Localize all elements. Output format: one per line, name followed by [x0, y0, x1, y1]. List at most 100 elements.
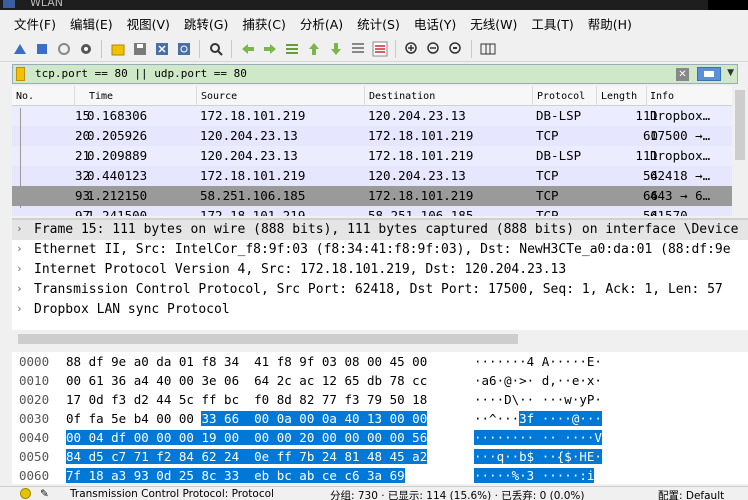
go-back-icon[interactable] [239, 40, 256, 57]
restart-icon[interactable] [55, 40, 72, 57]
hex-highlighted[interactable]: 7f 18 a3 93 0d 25 8c 33 eb bc ab ce c6 3… [66, 468, 405, 483]
expand-arrow-icon[interactable]: › [16, 242, 23, 255]
packet-list[interactable]: No. Time Source Destination Protocol Len… [12, 86, 748, 216]
window-controls[interactable] [708, 0, 748, 10]
ascii-unselected[interactable]: ····D\·· ···w·yP· [474, 392, 602, 407]
column-header-length[interactable]: Length [601, 91, 637, 102]
packet-row[interactable]: 97 1.241500 172.18.101.219 58.251.106.185 TC… [12, 206, 748, 216]
clear-filter-icon[interactable]: ✕ [676, 68, 689, 81]
ascii-bytes[interactable]: ·······4 A·····E· [474, 354, 602, 369]
expand-arrow-icon[interactable]: › [16, 282, 23, 295]
expand-arrow-icon[interactable]: › [16, 262, 23, 275]
hex-unselected[interactable]: 00 61 36 a4 40 00 3e 06 64 2c ac 12 65 d… [66, 373, 427, 388]
menu-item[interactable]: 捕获(C) [242, 14, 285, 33]
hex-highlighted[interactable]: 84 d5 c7 71 f2 84 62 24 0e ff 7b 24 81 4… [66, 449, 428, 464]
hex-bytes[interactable]: 00 04 df 00 00 00 19 00 00 00 20 00 00 0… [66, 430, 428, 445]
hex-unselected[interactable]: 0f fa 5e b4 00 00 [66, 411, 201, 426]
zoom-normal-icon[interactable] [447, 40, 464, 57]
filter-history-dropdown-icon[interactable]: ▼ [727, 68, 734, 78]
capture-options-icon[interactable] [77, 40, 94, 57]
expand-arrow-icon[interactable]: › [16, 302, 23, 315]
open-file-icon[interactable] [109, 40, 126, 57]
go-last-icon[interactable] [327, 40, 344, 57]
column-header-destination[interactable]: Destination [369, 91, 435, 102]
go-to-packet-icon[interactable] [283, 40, 300, 57]
column-header-source[interactable]: Source [201, 91, 237, 102]
status-profile[interactable]: 配置: Default [658, 488, 724, 500]
packet-row[interactable]: 20 0.205926 120.204.23.13 172.18.101.219 TCP… [12, 126, 748, 146]
hex-bytes[interactable]: 0f fa 5e b4 00 00 33 66 00 0a 00 0a 40 1… [66, 411, 428, 426]
packet-row[interactable]: 32 0.440123 172.18.101.219 120.204.23.13 TCP… [12, 166, 748, 186]
details-horizontal-scrollbar[interactable] [12, 330, 748, 348]
column-header-time[interactable]: Time [89, 91, 113, 102]
scroll-thumb[interactable] [735, 90, 745, 160]
ascii-unselected[interactable]: ··^··· [474, 411, 519, 426]
menu-item[interactable]: 工具(T) [531, 14, 573, 33]
menu-item[interactable]: 编辑(E) [70, 14, 113, 33]
ascii-bytes[interactable]: ········ ·· ····V [474, 430, 602, 445]
ascii-bytes[interactable]: ···q··b$ ··{$·HE· [474, 449, 602, 464]
filter-bookmark-icon[interactable] [16, 67, 25, 81]
go-forward-icon[interactable] [261, 40, 278, 57]
hex-bytes[interactable]: 7f 18 a3 93 0d 25 8c 33 eb bc ab ce c6 3… [66, 468, 405, 483]
hex-bytes[interactable]: 88 df 9e a0 da 01 f8 34 41 f8 9f 03 08 0… [66, 354, 427, 369]
hex-bytes[interactable]: 84 d5 c7 71 f2 84 62 24 0e ff 7b 24 81 4… [66, 449, 428, 464]
close-file-icon[interactable] [153, 40, 170, 57]
ascii-bytes[interactable]: ·a6·@·>· d,··e·x· [474, 373, 602, 388]
find-icon[interactable] [207, 40, 224, 57]
ascii-unselected[interactable]: ·a6·@·>· d,··e·x· [474, 373, 602, 388]
ascii-unselected[interactable]: ·······4 A·····E· [474, 354, 602, 369]
menu-item[interactable]: 分析(A) [300, 14, 343, 33]
menu-item[interactable]: 统计(S) [357, 14, 400, 33]
ascii-highlighted[interactable]: ········ ·· ····V [474, 430, 602, 445]
ascii-highlighted[interactable]: ···q··b$ ··{$·HE· [474, 449, 602, 464]
zoom-out-icon[interactable] [425, 40, 442, 57]
expand-arrow-icon[interactable]: › [16, 222, 23, 235]
ascii-highlighted[interactable]: 3f ····@··· [519, 411, 602, 426]
packet-row[interactable]: 93 1.212150 58.251.106.185 172.18.101.219 TC… [12, 186, 748, 206]
menu-item[interactable]: 无线(W) [470, 14, 517, 33]
reload-icon[interactable] [175, 40, 192, 57]
display-filter-bar[interactable]: tcp.port == 80 || udp.port == 80 ✕ ▼ [12, 64, 738, 84]
go-first-icon[interactable] [305, 40, 322, 57]
hex-bytes[interactable]: 17 0d f3 d2 44 5c ff bc f0 8d 82 77 f3 7… [66, 392, 427, 407]
stop-icon[interactable] [33, 40, 50, 57]
packet-row[interactable]: 21 0.209889 120.204.23.13 172.18.101.219 DB-… [12, 146, 748, 166]
ascii-bytes[interactable]: ··^···3f ····@··· [474, 411, 602, 426]
column-header-protocol[interactable]: Protocol [537, 91, 585, 102]
hex-bytes[interactable]: 00 61 36 a4 40 00 3e 06 64 2c ac 12 65 d… [66, 373, 427, 388]
colorize-icon[interactable] [371, 40, 388, 57]
display-filter-input[interactable]: tcp.port == 80 || udp.port == 80 [35, 67, 247, 80]
save-icon[interactable] [131, 40, 148, 57]
zoom-in-icon[interactable] [403, 40, 420, 57]
menu-item[interactable]: 文件(F) [14, 14, 56, 33]
capture-comment-icon[interactable]: ✎ [40, 488, 52, 500]
detail-tree-item[interactable]: › Frame 15: 111 bytes on wire (888 bits),… [12, 220, 748, 240]
detail-tree-item[interactable]: › Dropbox LAN sync Protocol [12, 300, 748, 320]
hex-highlighted[interactable]: 33 66 00 0a 00 0a 40 13 00 00 [201, 411, 428, 426]
hex-unselected[interactable]: 88 df 9e a0 da 01 f8 34 41 f8 9f 03 08 0… [66, 354, 427, 369]
packet-list-scrollbar[interactable] [732, 86, 748, 216]
expert-info-indicator-icon[interactable] [20, 488, 31, 499]
menu-item[interactable]: 帮助(H) [588, 14, 632, 33]
detail-tree-item[interactable]: › Internet Protocol Version 4, Src: 172.1… [12, 260, 748, 280]
column-header-no[interactable]: No. [16, 91, 34, 102]
detail-tree-item[interactable]: › Transmission Control Protocol, Src Port… [12, 280, 748, 300]
packet-row[interactable]: 15 0.168306 172.18.101.219 120.204.23.13 DB-… [12, 106, 748, 126]
autoscroll-icon[interactable] [349, 40, 366, 57]
menu-item[interactable]: 跳转(G) [184, 14, 228, 33]
shark-fin-start-icon[interactable] [11, 40, 28, 57]
ascii-highlighted[interactable]: ·····%·3 ·····:i [474, 468, 595, 483]
apply-filter-button[interactable] [697, 67, 721, 81]
packet-details[interactable]: › Frame 15: 111 bytes on wire (888 bits),… [12, 218, 748, 330]
scroll-thumb[interactable] [18, 334, 518, 344]
menu-item[interactable]: 电话(Y) [414, 14, 456, 33]
hex-unselected[interactable]: 17 0d f3 d2 44 5c ff bc f0 8d 82 77 f3 7… [66, 392, 427, 407]
ascii-bytes[interactable]: ····D\·· ···w·yP· [474, 392, 602, 407]
resize-columns-icon[interactable] [479, 40, 496, 57]
column-header-info[interactable]: Info [650, 91, 674, 102]
detail-tree-item[interactable]: › Ethernet II, Src: IntelCor_f8:9f:03 (f8… [12, 240, 748, 260]
ascii-bytes[interactable]: ·····%·3 ·····:i [474, 468, 595, 483]
hex-highlighted[interactable]: 00 04 df 00 00 00 19 00 00 00 20 00 00 0… [66, 430, 428, 445]
menu-item[interactable]: 视图(V) [127, 14, 170, 33]
